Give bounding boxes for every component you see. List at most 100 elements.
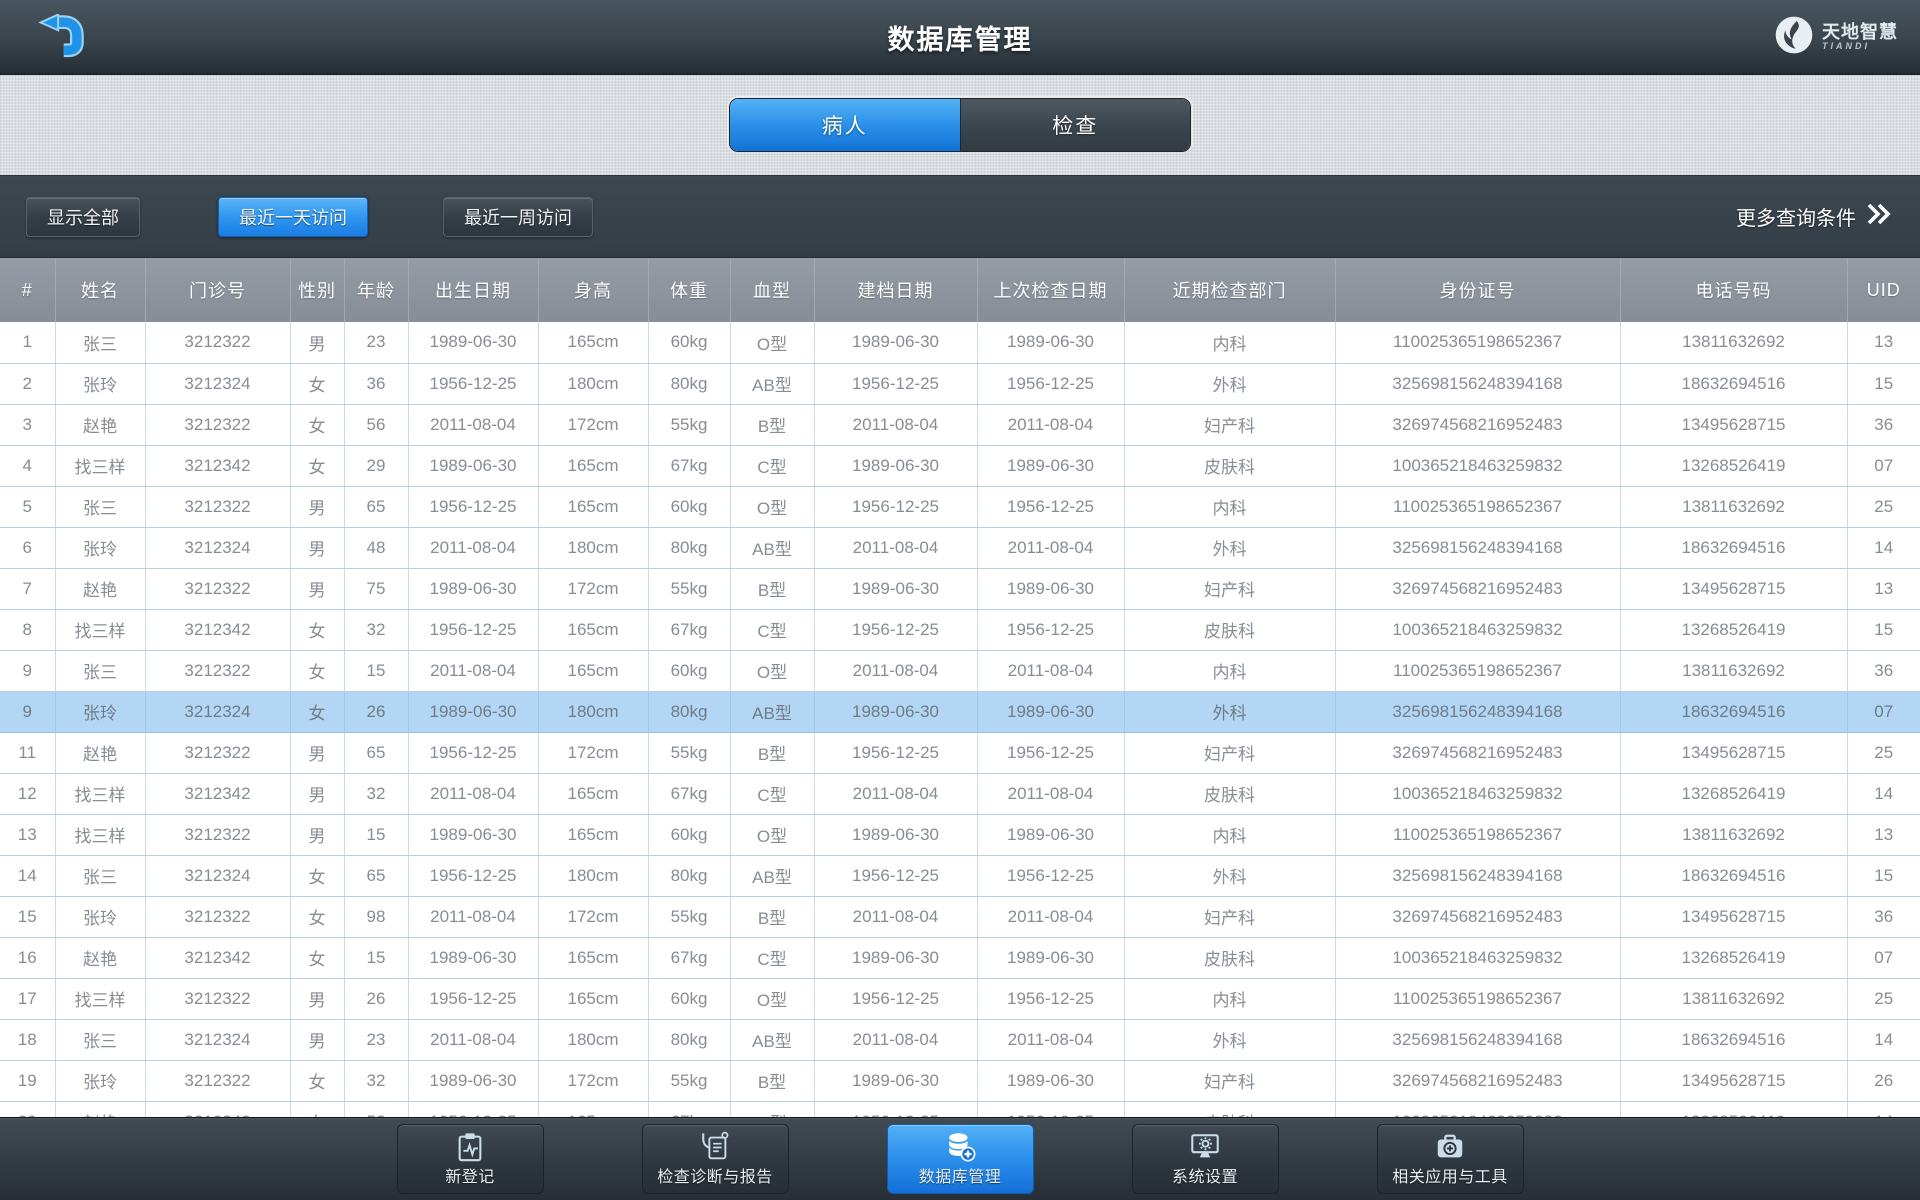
filter-bar: 显示全部 最近一天访问 最近一周访问 更多查询条件 — [0, 175, 1920, 258]
table-row[interactable]: 18 张三 3212324 男 23 2011-08-04 180cm 80kg AB型 2011… — [0, 1019, 1920, 1061]
table-cell: 165cm — [538, 445, 649, 487]
database-icon — [944, 1131, 976, 1163]
table-cell: 内科 — [1124, 322, 1336, 364]
table-cell: 男 — [290, 486, 345, 528]
table-cell: 赵艳 — [55, 937, 146, 979]
filter-show-all-button[interactable]: 显示全部 — [26, 196, 140, 237]
table-row[interactable]: 16 赵艳 3212342 女 15 1989-06-30 165cm 67kg C型 1989-… — [0, 937, 1920, 979]
table-cell: 13495628715 — [1620, 568, 1848, 610]
table-cell: 张玲 — [55, 1060, 146, 1102]
table-cell: 172cm — [538, 404, 649, 446]
table-row[interactable]: 1 张三 3212322 男 23 1989-06-30 165cm 60kg O型 1989-0… — [0, 322, 1920, 364]
table-row[interactable]: 6 张玲 3212324 男 48 2011-08-04 180cm 80kg AB型 2011-… — [0, 527, 1920, 569]
table-cell: 1989-06-30 — [977, 568, 1125, 610]
table-cell: 外科 — [1124, 527, 1336, 569]
table-cell: 18 — [0, 1019, 56, 1061]
table-cell: 13495628715 — [1620, 732, 1848, 774]
filter-last-day-button[interactable]: 最近一天访问 — [218, 196, 368, 237]
table-cell: 3212322 — [145, 322, 291, 364]
table-cell: 13811632692 — [1620, 978, 1848, 1020]
top-header: 数据库管理 天地智慧 TIANDI — [0, 0, 1920, 75]
table-cell: 1956-12-25 — [814, 855, 978, 897]
table-row[interactable]: 3 赵艳 3212322 女 56 2011-08-04 172cm 55kg B型 2011-0… — [0, 404, 1920, 446]
table-cell: 3212342 — [145, 609, 291, 651]
table-cell: 张玲 — [55, 527, 146, 569]
table-cell: 张三 — [55, 322, 146, 364]
nav-label: 检查诊断与报告 — [657, 1169, 773, 1186]
table-cell: 1956-12-25 — [814, 363, 978, 405]
tab-patient[interactable]: 病人 — [730, 99, 960, 151]
bottom-nav: 新登记 检查诊断与报告 数据库管理 系统设置 相关应用与工具 — [0, 1117, 1920, 1200]
table-cell: 32 — [344, 609, 409, 651]
table-cell: 女 — [290, 404, 345, 446]
table-cell: 55kg — [648, 732, 731, 774]
table-cell: 3212322 — [145, 732, 291, 774]
table-cell: 3212324 — [145, 691, 291, 733]
table-cell: 1956-12-25 — [814, 609, 978, 651]
table-cell: 16 — [0, 937, 56, 979]
nav-system-settings-button[interactable]: 系统设置 — [1131, 1124, 1279, 1194]
table-cell: 男 — [290, 322, 345, 364]
table-cell: 皮肤科 — [1124, 609, 1336, 651]
table-cell: 外科 — [1124, 1019, 1336, 1061]
table-cell: 1956-12-25 — [408, 978, 539, 1020]
table-cell: 2011-08-04 — [977, 404, 1125, 446]
column-header: 身高 — [537, 258, 649, 322]
table-cell: 2011-08-04 — [814, 527, 978, 569]
table-row[interactable]: 12 找三样 3212342 男 32 2011-08-04 165cm 67kg C型 2011… — [0, 773, 1920, 815]
column-header: 年龄 — [343, 258, 409, 322]
table-cell: 张玲 — [55, 363, 146, 405]
table-cell: 内科 — [1124, 814, 1336, 856]
table-row[interactable]: 5 张三 3212322 男 65 1956-12-25 165cm 60kg O型 1956-1… — [0, 486, 1920, 528]
table-row[interactable]: 11 赵艳 3212322 男 65 1956-12-25 172cm 55kg B型 1956-… — [0, 732, 1920, 774]
table-cell: 07 — [1847, 445, 1920, 487]
table-row[interactable]: 15 张玲 3212322 女 98 2011-08-04 172cm 55kg B型 2011-… — [0, 896, 1920, 938]
table-row[interactable]: 4 找三样 3212342 女 29 1989-06-30 165cm 67kg C型 1989-… — [0, 445, 1920, 487]
table-cell: 110025365198652367 — [1335, 814, 1621, 856]
table-cell: 14 — [0, 855, 56, 897]
nav-database-management-button[interactable]: 数据库管理 — [886, 1124, 1034, 1194]
table-cell: 60kg — [648, 814, 731, 856]
table-row[interactable]: 9 张三 3212322 女 15 2011-08-04 165cm 60kg O型 2011-0… — [0, 650, 1920, 692]
table-cell: 皮肤科 — [1124, 445, 1336, 487]
table-cell: 男 — [290, 978, 345, 1020]
table-cell: 18632694516 — [1620, 1019, 1848, 1061]
table-cell: 1989-06-30 — [814, 937, 978, 979]
more-query-conditions-link[interactable]: 更多查询条件 — [1736, 202, 1892, 231]
table-cell: 3212324 — [145, 527, 291, 569]
table-cell: C型 — [730, 937, 815, 979]
table-cell: 32 — [344, 1060, 409, 1102]
table-row[interactable]: 13 找三样 3212322 男 15 1989-06-30 165cm 60kg O型 1989… — [0, 814, 1920, 856]
table-cell: 2011-08-04 — [814, 404, 978, 446]
table-cell: 8 — [0, 609, 56, 651]
table-row[interactable]: 17 找三样 3212322 男 26 1956-12-25 165cm 60kg O型 1956… — [0, 978, 1920, 1020]
page-title: 数据库管理 — [887, 25, 1033, 55]
table-cell: B型 — [730, 1060, 815, 1102]
nav-new-registration-button[interactable]: 新登记 — [396, 1124, 544, 1194]
table-cell: 3212322 — [145, 814, 291, 856]
table-row[interactable]: 9 张玲 3212324 女 26 1989-06-30 180cm 80kg AB型 1989-… — [0, 691, 1920, 733]
table-cell: 外科 — [1124, 363, 1336, 405]
nav-exam-diagnosis-report-button[interactable]: 检查诊断与报告 — [641, 1124, 789, 1194]
table-cell: 9 — [0, 650, 56, 692]
table-row[interactable]: 2 张玲 3212324 女 36 1956-12-25 180cm 80kg AB型 1956-… — [0, 363, 1920, 405]
table-row[interactable]: 7 赵艳 3212322 男 75 1989-06-30 172cm 55kg B型 1989-0… — [0, 568, 1920, 610]
table-cell: 3212324 — [145, 1019, 291, 1061]
table-container: # 姓名 门诊号 性别 年龄 出生日期 身高 体重 血型 建档日期 上次检查日期 近期检查部门 身份证号… — [0, 258, 1920, 1200]
table-cell: 26 — [344, 978, 409, 1020]
table-cell: 1989-06-30 — [814, 1060, 978, 1102]
filter-last-week-button[interactable]: 最近一周访问 — [443, 196, 593, 237]
table-row[interactable]: 8 找三样 3212342 女 32 1956-12-25 165cm 67kg C型 1956-… — [0, 609, 1920, 651]
column-header: 出生日期 — [407, 258, 539, 322]
table-cell: B型 — [730, 896, 815, 938]
table-cell: 1989-06-30 — [408, 937, 539, 979]
table-cell: 1989-06-30 — [977, 445, 1125, 487]
tab-examination[interactable]: 检查 — [959, 99, 1190, 151]
table-cell: O型 — [730, 814, 815, 856]
column-header: 姓名 — [54, 258, 146, 322]
nav-related-apps-tools-button[interactable]: 相关应用与工具 — [1376, 1124, 1524, 1194]
table-row[interactable]: 14 张三 3212324 女 65 1956-12-25 180cm 80kg AB型 1956… — [0, 855, 1920, 897]
table-cell: B型 — [730, 568, 815, 610]
table-cell: O型 — [730, 650, 815, 692]
table-row[interactable]: 19 张玲 3212322 女 32 1989-06-30 172cm 55kg B型 1989-… — [0, 1060, 1920, 1102]
